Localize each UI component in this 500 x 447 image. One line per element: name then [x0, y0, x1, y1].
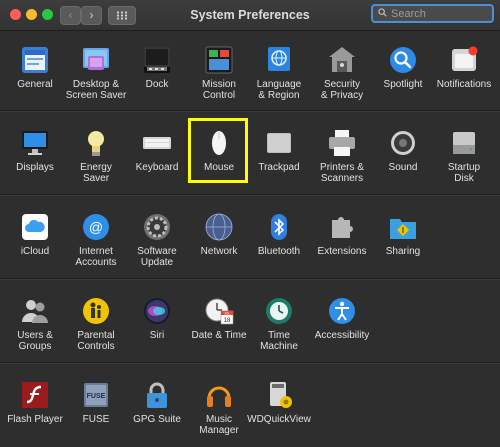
- spotlight-icon: [390, 47, 416, 73]
- section-divider: [0, 362, 500, 364]
- mouse-highlight-box: [188, 118, 248, 183]
- search-field[interactable]: [371, 4, 494, 23]
- displays-icon: [22, 131, 48, 155]
- language-region-icon: [268, 47, 290, 71]
- users-groups-icon: [22, 300, 48, 323]
- fuse-logo-text: FUSE: [87, 393, 106, 400]
- sharing-icon: [390, 219, 416, 239]
- chevron-right-icon: ›: [89, 8, 94, 22]
- system-preferences-window: ‹ › System Preferences General: [0, 0, 500, 447]
- minimize-window-button[interactable]: [26, 9, 37, 20]
- startup-disk-icon: [453, 132, 475, 154]
- back-button[interactable]: ‹: [60, 6, 81, 25]
- svg-text:@: @: [89, 219, 103, 235]
- accessibility-icon: [329, 298, 355, 324]
- section-divider: [0, 110, 500, 112]
- pane-label: WDQuickView: [247, 414, 311, 425]
- notifications-icon: [452, 46, 478, 71]
- internet-accounts-icon: @: [83, 214, 109, 240]
- fuse-icon: FUSE: [84, 383, 108, 407]
- printers-scanners-icon: [329, 130, 355, 156]
- siri-icon: [144, 298, 170, 324]
- search-icon: [378, 8, 387, 17]
- chevron-left-icon: ‹: [68, 8, 73, 22]
- security-privacy-icon: [329, 47, 355, 72]
- date-time-icon: JUL 18: [205, 298, 234, 325]
- calendar-month: JUL: [224, 311, 230, 315]
- mission-control-icon: [205, 46, 233, 74]
- close-window-button[interactable]: [10, 9, 21, 20]
- grid-icon: [116, 11, 128, 20]
- energy-saver-icon: [88, 131, 104, 156]
- calendar-day: 18: [224, 318, 231, 324]
- sound-icon: [391, 131, 415, 155]
- trackpad-icon: [267, 133, 291, 153]
- section-divider: [0, 194, 500, 196]
- music-manager-icon: [207, 386, 231, 407]
- pane-label: Startup Disk: [447, 162, 481, 184]
- time-machine-icon: [266, 298, 292, 324]
- network-icon: [205, 213, 233, 241]
- section-divider: [0, 278, 500, 280]
- title-bar: ‹ › System Preferences: [0, 0, 500, 31]
- forward-button[interactable]: ›: [81, 6, 102, 25]
- pane-label: Sharing: [385, 246, 421, 257]
- icloud-icon: [22, 214, 48, 240]
- dock-icon: [144, 47, 170, 73]
- pane-label: Accessibility: [314, 330, 370, 341]
- software-update-icon: [144, 214, 170, 240]
- gpg-suite-icon: [147, 382, 167, 408]
- zoom-window-button[interactable]: [42, 9, 53, 20]
- wdquickview-icon: [270, 382, 292, 408]
- flash-player-icon: [22, 382, 48, 408]
- bluetooth-icon: [271, 214, 287, 240]
- search-input[interactable]: [391, 6, 489, 21]
- desktop-screensaver-icon: [83, 48, 109, 70]
- parental-controls-icon: [83, 298, 109, 324]
- keyboard-icon: [143, 137, 171, 149]
- extensions-icon: [332, 217, 353, 238]
- pane-label: Notifications: [436, 79, 492, 90]
- show-all-button[interactable]: [108, 6, 136, 25]
- general-icon: [22, 47, 48, 73]
- window-title: System Preferences: [190, 8, 310, 22]
